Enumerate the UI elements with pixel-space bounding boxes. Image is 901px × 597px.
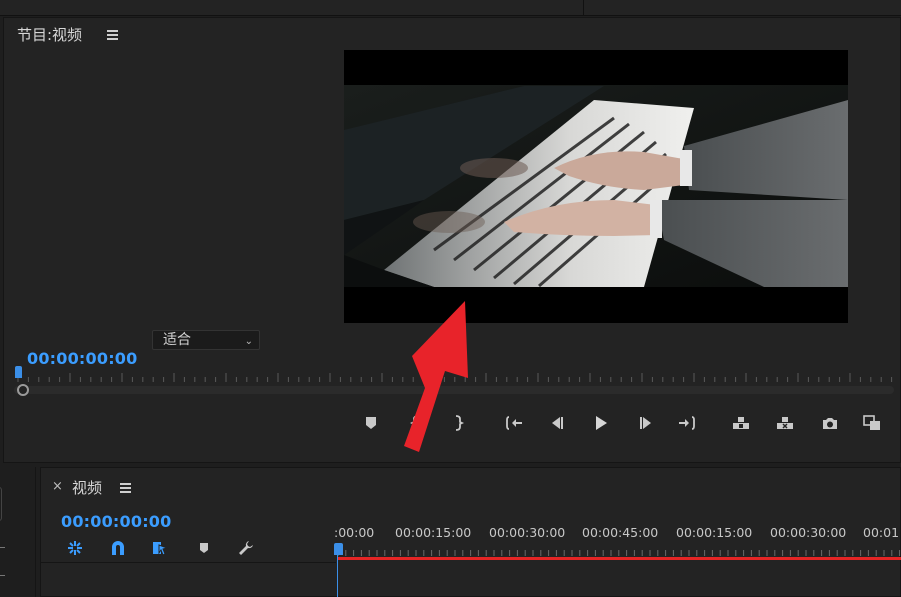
ruler-label: 00:00:15:00 — [676, 525, 753, 540]
track-header-divider — [40, 562, 336, 563]
mark-in-button[interactable] — [403, 410, 429, 436]
top-panel-bar — [0, 0, 901, 16]
extract-icon — [777, 417, 793, 429]
go-to-in-button[interactable] — [501, 410, 527, 436]
ruler-label: 00:01 — [863, 525, 900, 540]
compare-view-icon — [863, 415, 880, 430]
step-back-button[interactable] — [544, 410, 570, 436]
snap-button[interactable] — [107, 537, 129, 559]
nest-sequence-button[interactable] — [64, 537, 86, 559]
export-frame-button[interactable] — [817, 410, 843, 436]
program-time-ruler[interactable] — [14, 371, 894, 383]
timeline-playhead[interactable] — [334, 543, 343, 555]
scrollbar-handle[interactable] — [17, 384, 29, 396]
render-status-bar — [338, 557, 901, 560]
lift-icon — [733, 417, 749, 429]
ruler-ticks — [337, 550, 901, 556]
program-zoom-scrollbar[interactable] — [14, 386, 894, 394]
go-to-out-icon — [679, 416, 695, 430]
left-tools-strip — [0, 467, 36, 597]
linked-selection-icon — [153, 542, 169, 556]
ruler-label: 00:00:45:00 — [582, 525, 659, 540]
add-marker-timeline-button[interactable] — [193, 537, 215, 559]
wrench-settings-icon — [239, 541, 253, 555]
timeline-timecode[interactable]: 00:00:00:00 — [61, 512, 171, 531]
mark-out-icon — [455, 415, 465, 431]
linked-selection-button[interactable] — [149, 537, 171, 559]
panel-divider — [583, 0, 584, 16]
camera-icon — [823, 418, 837, 429]
compare-view-button[interactable] — [859, 410, 885, 436]
ruler-label: 00:00:30:00 — [770, 525, 847, 540]
add-marker-icon — [200, 543, 208, 553]
program-timecode[interactable]: 00:00:00:00 — [27, 349, 137, 368]
step-forward-button[interactable] — [633, 410, 659, 436]
close-icon[interactable]: × — [52, 479, 63, 494]
chevron-down-icon: ⌄ — [244, 336, 253, 347]
extract-button[interactable] — [772, 410, 798, 436]
add-marker-button[interactable] — [358, 410, 384, 436]
mark-out-button[interactable] — [445, 410, 471, 436]
mark-in-icon — [409, 415, 419, 431]
program-monitor-title[interactable]: 节目:视频 — [17, 24, 82, 45]
go-to-in-icon — [506, 416, 522, 430]
go-to-out-button[interactable] — [674, 410, 700, 436]
fit-zoom-value: 适合 — [163, 332, 191, 348]
program-playhead[interactable] — [15, 366, 22, 378]
ruler-label: 00:00:15:00 — [395, 525, 472, 540]
play-button[interactable] — [588, 410, 614, 436]
step-forward-icon — [640, 417, 651, 429]
timeline-ruler[interactable]: :00:00 00:00:15:00 00:00:30:00 00:00:45:… — [334, 518, 901, 558]
ruler-label: 00:00:30:00 — [489, 525, 566, 540]
fit-zoom-select[interactable]: 适合 ⌄ — [152, 330, 260, 350]
add-marker-icon — [366, 417, 376, 429]
timeline-playhead-line — [337, 555, 338, 597]
snap-magnet-icon — [112, 541, 124, 555]
lift-button[interactable] — [728, 410, 754, 436]
nest-sequence-icon — [68, 541, 82, 555]
timeline-tab-title[interactable]: 视频 — [72, 477, 102, 498]
panel-menu-icon[interactable] — [107, 30, 119, 40]
timeline-menu-icon[interactable] — [120, 483, 132, 493]
play-icon — [596, 416, 607, 430]
step-back-icon — [552, 417, 563, 429]
ruler-label: :00:00 — [334, 525, 375, 540]
video-preview[interactable] — [344, 50, 848, 323]
timeline-settings-button[interactable] — [235, 537, 257, 559]
